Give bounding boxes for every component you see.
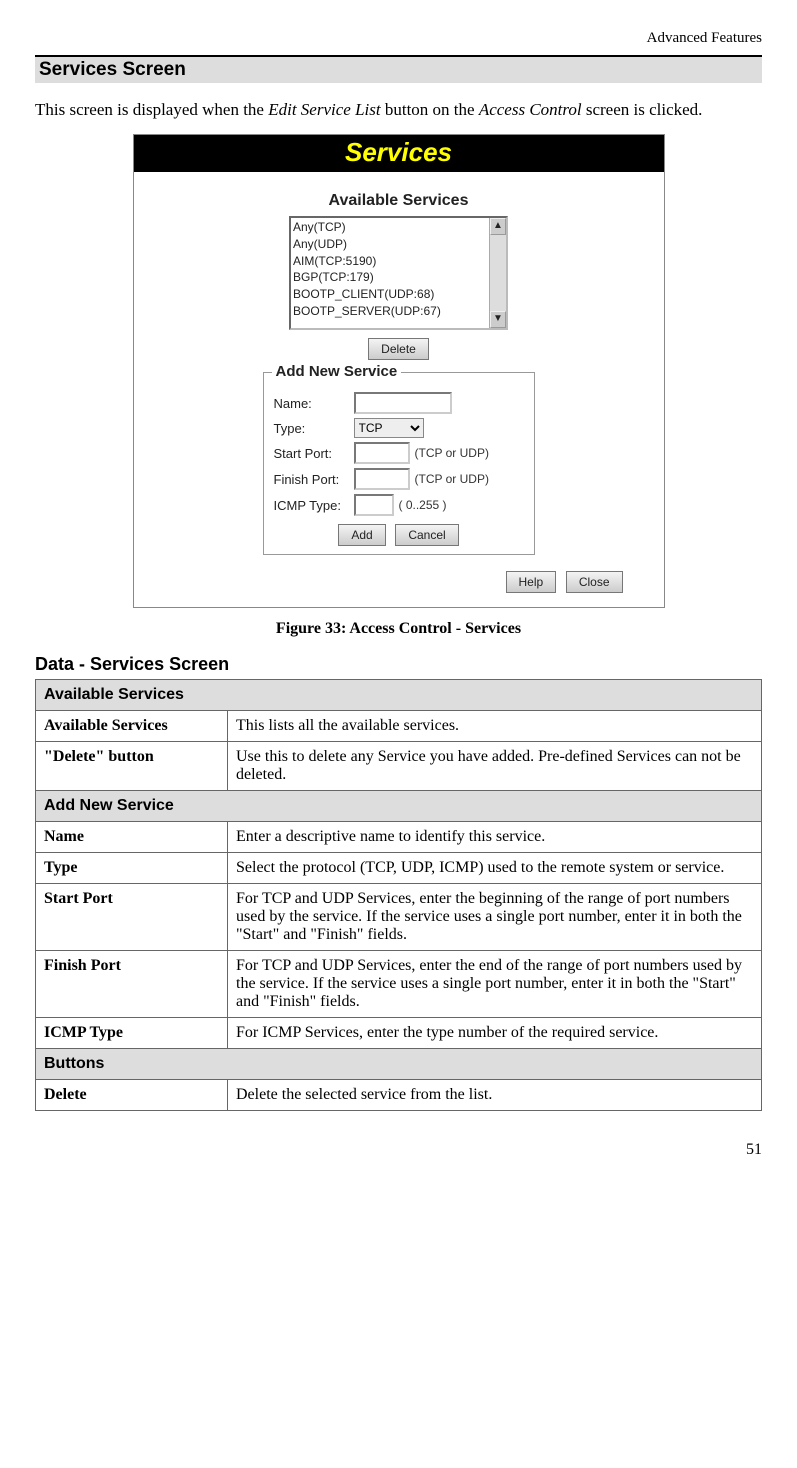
section-title: Services Screen — [35, 55, 762, 83]
table-row: Finish Port For TCP and UDP Services, en… — [36, 951, 762, 1018]
list-item[interactable]: Any(UDP) — [293, 236, 504, 253]
page-header: Advanced Features — [35, 30, 762, 47]
start-port-input[interactable] — [354, 442, 410, 464]
group-header: Buttons — [36, 1049, 762, 1080]
row-label: Name — [36, 822, 228, 853]
help-button[interactable]: Help — [506, 571, 557, 593]
intro-em1: Edit Service List — [268, 100, 380, 119]
add-button[interactable]: Add — [338, 524, 385, 546]
table-row: ICMP Type For ICMP Services, enter the t… — [36, 1018, 762, 1049]
type-label: Type: — [274, 421, 354, 436]
row-desc: Delete the selected service from the lis… — [228, 1080, 762, 1111]
add-service-fieldset: Add New Service Name: Type: TCP Start Po… — [263, 372, 535, 555]
group-header: Available Services — [36, 680, 762, 711]
row-label: Start Port — [36, 884, 228, 951]
delete-button[interactable]: Delete — [368, 338, 429, 360]
name-input[interactable] — [354, 392, 452, 414]
intro-post: screen is clicked. — [582, 100, 703, 119]
services-dialog: Services Available Services Any(TCP) Any… — [133, 134, 665, 608]
table-row: Type Select the protocol (TCP, UDP, ICMP… — [36, 853, 762, 884]
start-label: Start Port: — [274, 446, 354, 461]
table-row: Available Services This lists all the av… — [36, 711, 762, 742]
scroll-down-icon[interactable]: ▼ — [490, 311, 506, 328]
row-label: Finish Port — [36, 951, 228, 1018]
figure: Services Available Services Any(TCP) Any… — [35, 134, 762, 608]
row-desc: For ICMP Services, enter the type number… — [228, 1018, 762, 1049]
available-heading: Available Services — [154, 192, 644, 210]
row-desc: Enter a descriptive name to identify thi… — [228, 822, 762, 853]
list-item[interactable]: BOOTP_CLIENT(UDP:68) — [293, 286, 504, 303]
icmp-input[interactable] — [354, 494, 394, 516]
icmp-label: ICMP Type: — [274, 498, 354, 513]
row-label: Type — [36, 853, 228, 884]
data-table: Available Services Available Services Th… — [35, 679, 762, 1111]
intro-text: This screen is displayed when the Edit S… — [35, 100, 762, 120]
finish-hint: (TCP or UDP) — [415, 472, 489, 486]
row-label: "Delete" button — [36, 742, 228, 791]
row-label: Delete — [36, 1080, 228, 1111]
figure-caption: Figure 33: Access Control - Services — [35, 620, 762, 638]
intro-em2: Access Control — [479, 100, 582, 119]
add-heading: Add New Service — [272, 363, 402, 380]
page-number: 51 — [35, 1141, 762, 1159]
table-row: Delete Delete the selected service from … — [36, 1080, 762, 1111]
intro-pre: This screen is displayed when the — [35, 100, 268, 119]
name-label: Name: — [274, 396, 354, 411]
type-select[interactable]: TCP — [354, 418, 424, 438]
scroll-up-icon[interactable]: ▲ — [490, 218, 506, 235]
row-desc: This lists all the available services. — [228, 711, 762, 742]
table-row: "Delete" button Use this to delete any S… — [36, 742, 762, 791]
icmp-hint: ( 0..255 ) — [399, 498, 447, 512]
close-button[interactable]: Close — [566, 571, 623, 593]
table-row: Start Port For TCP and UDP Services, ent… — [36, 884, 762, 951]
intro-mid: button on the — [381, 100, 479, 119]
row-label: ICMP Type — [36, 1018, 228, 1049]
list-item[interactable]: BOOTP_SERVER(UDP:67) — [293, 303, 504, 320]
list-item[interactable]: BGP(TCP:179) — [293, 269, 504, 286]
dialog-title: Services — [134, 135, 664, 172]
finish-label: Finish Port: — [274, 472, 354, 487]
list-item[interactable]: AIM(TCP:5190) — [293, 253, 504, 270]
services-listbox[interactable]: Any(TCP) Any(UDP) AIM(TCP:5190) BGP(TCP:… — [289, 216, 508, 330]
finish-port-input[interactable] — [354, 468, 410, 490]
row-desc: For TCP and UDP Services, enter the end … — [228, 951, 762, 1018]
list-item[interactable]: Any(TCP) — [293, 219, 504, 236]
row-desc: Select the protocol (TCP, UDP, ICMP) use… — [228, 853, 762, 884]
start-hint: (TCP or UDP) — [415, 446, 489, 460]
row-label: Available Services — [36, 711, 228, 742]
scrollbar[interactable]: ▲ ▼ — [489, 218, 506, 328]
cancel-button[interactable]: Cancel — [395, 524, 458, 546]
table-row: Name Enter a descriptive name to identif… — [36, 822, 762, 853]
row-desc: Use this to delete any Service you have … — [228, 742, 762, 791]
group-header: Add New Service — [36, 791, 762, 822]
row-desc: For TCP and UDP Services, enter the begi… — [228, 884, 762, 951]
data-subtitle: Data - Services Screen — [35, 654, 762, 675]
